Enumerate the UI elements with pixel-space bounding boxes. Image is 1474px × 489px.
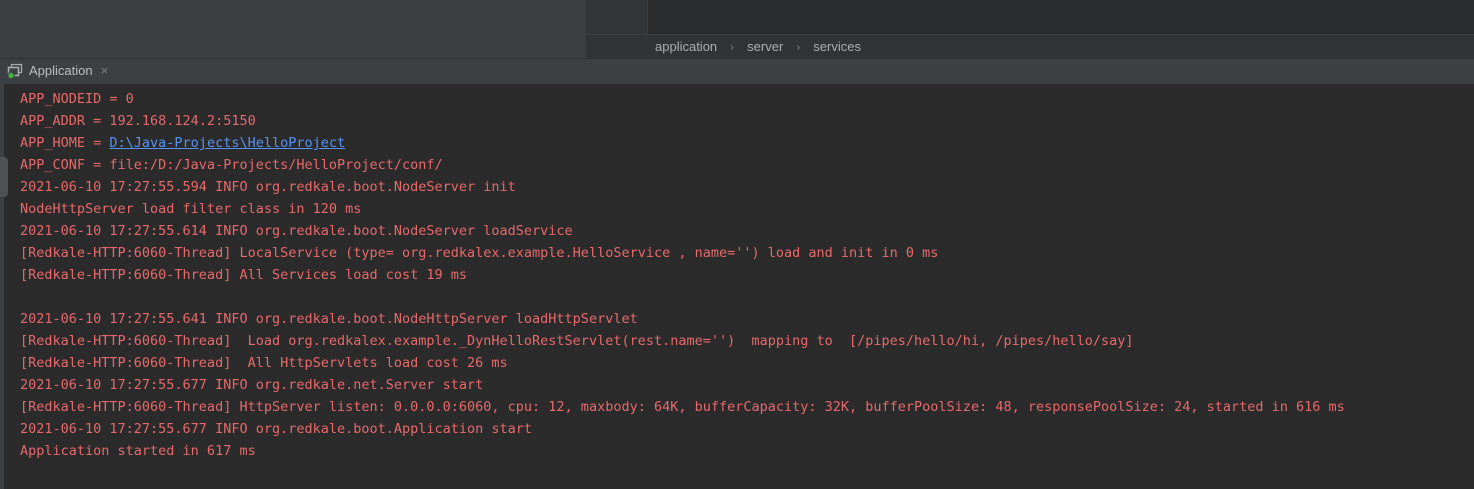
console-line: 2021-06-10 17:27:55.614 INFO org.redkale…	[20, 220, 1474, 242]
breadcrumb-item-server[interactable]: server	[747, 39, 783, 54]
console-line	[20, 286, 1474, 308]
tab-application-label: Application	[29, 63, 93, 78]
log-text: APP_ADDR = 192.168.124.2:5150	[20, 113, 256, 129]
log-text: APP_HOME =	[20, 135, 109, 151]
console-line: Application started in 617 ms	[20, 440, 1474, 462]
editor-right-split-bottom	[586, 0, 647, 34]
console-line: [Redkale-HTTP:6060-Thread] All Services …	[20, 264, 1474, 286]
app-home-link[interactable]: D:\Java-Projects\HelloProject	[109, 135, 345, 151]
console-line: APP_ADDR = 192.168.124.2:5150	[20, 110, 1474, 132]
log-text: [Redkale-HTTP:6060-Thread] Load org.redk…	[20, 333, 1134, 349]
chevron-right-icon: ›	[730, 40, 734, 54]
editor-left-split	[0, 0, 586, 58]
console-line: APP_NODEID = 0	[20, 88, 1474, 110]
log-text: 2021-06-10 17:27:55.614 INFO org.redkale…	[20, 223, 573, 239]
log-text: [Redkale-HTTP:6060-Thread] HttpServer li…	[20, 399, 1345, 415]
console-line: APP_HOME = D:\Java-Projects\HelloProject	[20, 132, 1474, 154]
log-text: Application started in 617 ms	[20, 443, 256, 459]
log-text: [Redkale-HTTP:6060-Thread] LocalService …	[20, 245, 938, 261]
log-text: 2021-06-10 17:27:55.594 INFO org.redkale…	[20, 179, 516, 195]
log-text: NodeHttpServer load filter class in 120 …	[20, 201, 361, 217]
editor-right-split	[647, 0, 1474, 34]
log-text: APP_CONF = file:/D:/Java-Projects/HelloP…	[20, 157, 443, 173]
log-text: [Redkale-HTTP:6060-Thread] All HttpServl…	[20, 355, 508, 371]
console-output[interactable]: APP_NODEID = 0 APP_ADDR = 192.168.124.2:5…	[0, 84, 1474, 489]
log-text: APP_NODEID = 0	[20, 91, 134, 107]
log-text: 2021-06-10 17:27:55.641 INFO org.redkale…	[20, 311, 638, 327]
console-line: 2021-06-10 17:27:55.594 INFO org.redkale…	[20, 176, 1474, 198]
console-line: 2021-06-10 17:27:55.677 INFO org.redkale…	[20, 418, 1474, 440]
console-line: [Redkale-HTTP:6060-Thread] Load org.redk…	[20, 330, 1474, 352]
console-line: [Redkale-HTTP:6060-Thread] HttpServer li…	[20, 396, 1474, 418]
console-line: APP_CONF = file:/D:/Java-Projects/HelloP…	[20, 154, 1474, 176]
close-icon[interactable]: ×	[101, 63, 109, 78]
scrollbar-thumb[interactable]	[0, 157, 8, 197]
tab-application[interactable]: Application ×	[5, 59, 112, 82]
console-line: 2021-06-10 17:27:55.677 INFO org.redkale…	[20, 374, 1474, 396]
console-line: 2021-06-10 17:27:55.641 INFO org.redkale…	[20, 308, 1474, 330]
run-console-icon	[7, 63, 23, 79]
chevron-right-icon: ›	[796, 40, 800, 54]
log-text: [Redkale-HTTP:6060-Thread] All Services …	[20, 267, 467, 283]
console-line: [Redkale-HTTP:6060-Thread] LocalService …	[20, 242, 1474, 264]
breadcrumb-item-services[interactable]: services	[813, 39, 861, 54]
breadcrumb-item-application[interactable]: application	[655, 39, 717, 54]
console-gutter	[0, 84, 4, 489]
log-text: 2021-06-10 17:27:55.677 INFO org.redkale…	[20, 377, 483, 393]
breadcrumb: application › server › services	[586, 34, 1474, 58]
log-text: 2021-06-10 17:27:55.677 INFO org.redkale…	[20, 421, 532, 437]
console-line: [Redkale-HTTP:6060-Thread] All HttpServl…	[20, 352, 1474, 374]
console-line: NodeHttpServer load filter class in 120 …	[20, 198, 1474, 220]
run-toolwindow-tab-bar: Application ×	[0, 58, 1474, 84]
